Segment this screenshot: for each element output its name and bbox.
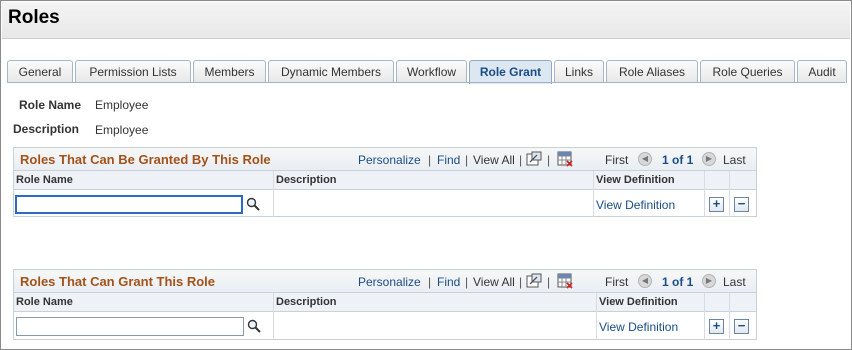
column-header-row: Role Name Description View Definition — [14, 293, 756, 312]
tab-general[interactable]: General — [7, 60, 73, 83]
separator: | — [519, 153, 523, 167]
prev-arrow-icon[interactable]: ◀ — [638, 274, 652, 288]
tab-members[interactable]: Members — [193, 60, 266, 83]
tab-links[interactable]: Links — [554, 60, 604, 83]
description-value: Employee — [95, 123, 149, 137]
page-frame: Roles General Permission Lists Members D… — [0, 0, 852, 350]
delete-row-icon[interactable]: − — [734, 197, 749, 212]
download-to-excel-icon[interactable] — [557, 273, 573, 289]
add-row-icon[interactable]: + — [709, 197, 724, 212]
first-label: First — [605, 275, 629, 289]
table-row: View Definition + − — [14, 191, 756, 218]
find-link[interactable]: Find — [437, 275, 460, 289]
tab-audit[interactable]: Audit — [797, 60, 847, 83]
prev-arrow-icon[interactable]: ◀ — [638, 152, 652, 166]
next-arrow-icon[interactable]: ▶ — [702, 274, 716, 288]
find-link[interactable]: Find — [437, 153, 460, 167]
separator: | — [465, 153, 469, 167]
role-name-input[interactable] — [16, 317, 244, 336]
lookup-icon[interactable] — [246, 197, 260, 211]
table-row: View Definition + − — [14, 313, 756, 340]
description-label: Description — [13, 122, 80, 136]
add-row-icon[interactable]: + — [709, 319, 724, 334]
role-name-value: Employee — [95, 98, 149, 112]
grid-roles-that-can-grant-this-role: Roles That Can Grant This Role Personali… — [13, 269, 757, 340]
tab-role-grant[interactable]: Role Grant — [469, 60, 552, 84]
page-header: Roles — [2, 2, 850, 39]
last-label: Last — [723, 275, 746, 289]
row-counter: 1 of 1 — [662, 153, 694, 167]
grid-header: Roles That Can Be Granted By This Role P… — [14, 148, 756, 171]
column-header-row: Role Name Description View Definition — [14, 171, 756, 190]
view-all-link[interactable]: View All — [473, 153, 515, 167]
download-to-excel-icon[interactable] — [557, 151, 573, 167]
grid-roles-granted-by-this-role: Roles That Can Be Granted By This Role P… — [13, 147, 757, 217]
column-header-role-name: Role Name — [16, 296, 73, 308]
view-all-link[interactable]: View All — [473, 275, 515, 289]
next-arrow-icon[interactable]: ▶ — [702, 152, 716, 166]
separator: | — [428, 275, 432, 289]
tab-dynamic-members[interactable]: Dynamic Members — [268, 60, 394, 83]
column-header-description: Description — [276, 174, 337, 186]
grid-header: Roles That Can Grant This Role Personali… — [14, 270, 756, 293]
separator: | — [547, 153, 551, 167]
separator: | — [547, 275, 551, 289]
tab-permission-lists[interactable]: Permission Lists — [75, 60, 191, 83]
view-definition-link[interactable]: View Definition — [596, 198, 675, 212]
view-definition-link[interactable]: View Definition — [599, 320, 678, 334]
zoom-icon[interactable] — [526, 151, 542, 167]
separator: | — [465, 275, 469, 289]
column-header-description: Description — [276, 296, 337, 308]
page-title: Roles — [8, 7, 60, 28]
column-header-role-name: Role Name — [16, 174, 73, 186]
column-header-view-definition: View Definition — [596, 174, 675, 186]
tab-role-aliases[interactable]: Role Aliases — [606, 60, 698, 83]
role-name-label: Role Name — [19, 98, 82, 112]
role-name-input[interactable] — [15, 195, 243, 214]
zoom-icon[interactable] — [526, 273, 542, 289]
personalize-link[interactable]: Personalize — [358, 153, 421, 167]
column-header-view-definition: View Definition — [599, 296, 678, 308]
row-counter: 1 of 1 — [662, 275, 694, 289]
grid-title: Roles That Can Be Granted By This Role — [20, 152, 271, 167]
separator: | — [519, 275, 523, 289]
tab-role-queries[interactable]: Role Queries — [700, 60, 795, 83]
last-label: Last — [723, 153, 746, 167]
separator: | — [428, 153, 432, 167]
first-label: First — [605, 153, 629, 167]
lookup-icon[interactable] — [247, 319, 261, 333]
delete-row-icon[interactable]: − — [734, 319, 749, 334]
grid-title: Roles That Can Grant This Role — [20, 274, 216, 289]
tab-divider — [7, 82, 845, 83]
tab-workflow[interactable]: Workflow — [396, 60, 467, 83]
tab-strip: General Permission Lists Members Dynamic… — [7, 60, 847, 84]
personalize-link[interactable]: Personalize — [358, 275, 421, 289]
